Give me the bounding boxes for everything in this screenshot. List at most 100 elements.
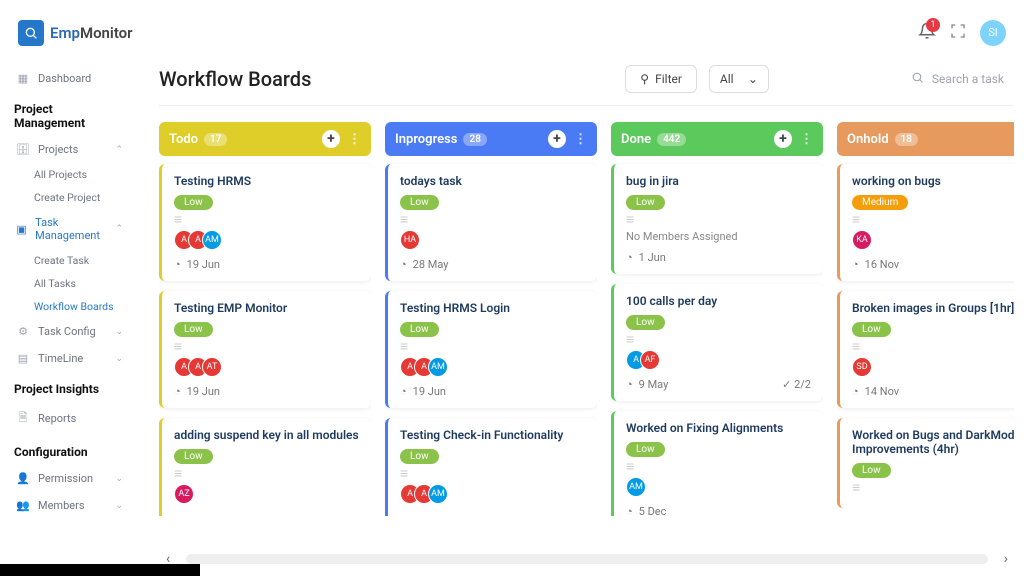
card-date: 5 Dec xyxy=(639,505,667,516)
member-avatar[interactable]: AM xyxy=(626,477,646,497)
card-date: 19 Jun xyxy=(187,258,220,271)
member-avatar[interactable]: KA xyxy=(852,230,872,250)
filter-select[interactable]: All ⌄ xyxy=(709,65,769,93)
card-lines-icon: ≡ xyxy=(626,338,811,342)
card-lines-icon: ≡ xyxy=(400,345,585,349)
add-card-button[interactable]: + xyxy=(548,130,566,148)
task-card[interactable]: Testing EMP Monitor Low ≡ AAAT ◔19 Jun xyxy=(159,291,371,408)
card-lines-icon: ≡ xyxy=(400,218,585,222)
clock-icon: ◔ xyxy=(174,258,181,271)
priority-badge: Low xyxy=(626,315,665,330)
member-avatar[interactable]: AM xyxy=(428,484,448,504)
sidebar-sub-create-project[interactable]: Create Project xyxy=(12,186,127,209)
sidebar-item-permission[interactable]: 👤 Permission ⌄ xyxy=(12,465,127,492)
task-card[interactable]: Worked on Bugs and DarkMode Improvements… xyxy=(837,418,1014,508)
column-menu-button[interactable]: ⋮ xyxy=(348,132,361,147)
chevron-down-icon: ⌄ xyxy=(115,354,123,364)
dashboard-icon: ▦ xyxy=(16,72,30,85)
card-title: Broken images in Groups [1hr] xyxy=(852,301,1014,315)
sidebar-item-timeline[interactable]: ▤ TimeLine ⌄ xyxy=(12,345,127,372)
chevron-down-icon: ⌄ xyxy=(115,474,123,484)
member-avatar[interactable]: AM xyxy=(202,230,222,250)
main-content: Workflow Boards ⚲ Filter All ⌄ Search a … xyxy=(135,0,1024,576)
priority-badge: Low xyxy=(626,195,665,210)
card-members: HA xyxy=(400,230,585,250)
column-menu-button[interactable]: ⋮ xyxy=(574,132,587,147)
task-card[interactable]: working on bugs Medium ≡ KA ◔16 Nov xyxy=(837,164,1014,281)
no-members-text: No Members Assigned xyxy=(626,230,811,243)
scroll-right-button[interactable]: › xyxy=(998,551,1014,567)
task-card[interactable]: bug in jira Low ≡ No Members Assigned ◔1… xyxy=(611,164,823,274)
column-count: 442 xyxy=(657,133,686,146)
sidebar-sub-workflow-boards[interactable]: Workflow Boards xyxy=(12,295,127,318)
task-card[interactable]: Testing Check-in Functionality Low ≡ AAA… xyxy=(385,418,597,516)
member-avatar[interactable]: SD xyxy=(852,357,872,377)
priority-badge: Low xyxy=(626,442,665,457)
task-card[interactable]: todays task Low ≡ HA ◔28 May xyxy=(385,164,597,281)
card-title: Testing EMP Monitor xyxy=(174,301,359,315)
task-card[interactable]: adding suspend key in all modules Low ≡ … xyxy=(159,418,371,516)
gear-icon: ⚙ xyxy=(16,325,30,338)
sidebar-item-reports[interactable]: 🗎 Reports xyxy=(12,402,127,435)
column-header-inprogress: Inprogress 28 + ⋮ xyxy=(385,122,597,156)
sidebar-item-members[interactable]: 👥 Members ⌄ xyxy=(12,492,127,519)
priority-badge: Low xyxy=(174,449,213,464)
clock-icon: ◔ xyxy=(174,385,181,398)
sidebar-header-configuration: Configuration xyxy=(12,435,127,465)
sidebar-item-task-config[interactable]: ⚙ Task Config ⌄ xyxy=(12,318,127,345)
task-card[interactable]: Worked on Fixing Alignments Low ≡ AM ◔5 … xyxy=(611,411,823,516)
member-avatar[interactable]: AT xyxy=(202,357,222,377)
chevron-up-icon: ⌃ xyxy=(115,145,123,155)
column-menu-button[interactable]: ⋮ xyxy=(800,132,813,147)
card-lines-icon: ≡ xyxy=(852,218,1014,222)
card-title: Worked on Fixing Alignments xyxy=(626,421,811,435)
horizontal-scrollbar[interactable]: ‹ › xyxy=(160,552,1014,566)
clock-icon: ◔ xyxy=(626,378,633,391)
member-avatar[interactable]: AZ xyxy=(174,484,194,504)
filter-button[interactable]: ⚲ Filter xyxy=(625,65,697,93)
sidebar-sub-all-tasks[interactable]: All Tasks xyxy=(12,272,127,295)
add-card-button[interactable]: + xyxy=(322,130,340,148)
add-card-button[interactable]: + xyxy=(774,130,792,148)
card-lines-icon: ≡ xyxy=(174,345,359,349)
card-footer: ◔19 Jun xyxy=(174,385,359,398)
members-icon: 👥 xyxy=(16,499,30,512)
permission-icon: 👤 xyxy=(16,472,30,485)
card-progress: ✓ 2/2 xyxy=(782,378,811,391)
search-input[interactable]: Search a task xyxy=(901,65,1014,93)
scroll-track[interactable] xyxy=(186,554,988,564)
member-avatar[interactable]: AF xyxy=(640,350,660,370)
logo[interactable]: EmpMonitor xyxy=(18,20,133,46)
card-lines-icon: ≡ xyxy=(626,465,811,469)
sidebar-item-dashboard[interactable]: ▦ Dashboard xyxy=(12,65,127,92)
logo-text: EmpMonitor xyxy=(50,24,133,42)
sidebar: ▦ Dashboard Project Management 🗄 Project… xyxy=(0,0,135,576)
sidebar-sub-create-task[interactable]: Create Task xyxy=(12,249,127,272)
member-avatar[interactable]: HA xyxy=(400,230,420,250)
priority-badge: Low xyxy=(174,322,213,337)
reports-icon: 🗎 xyxy=(16,409,30,428)
sidebar-item-task-management[interactable]: ▣ Task Management ⌃ xyxy=(12,209,127,249)
task-card[interactable]: 100 calls per day Low ≡ AAF ◔9 May✓ 2/2 xyxy=(611,284,823,401)
card-members: AAF xyxy=(626,350,811,370)
card-footer: ◔19 Jun xyxy=(400,385,585,398)
clock-icon: ◔ xyxy=(852,385,859,398)
task-card[interactable]: Broken images in Groups [1hr] Low ≡ SD ◔… xyxy=(837,291,1014,408)
notifications-button[interactable]: 1 xyxy=(918,22,936,44)
column-onhold: Onhold 18 + working on bugs Medium ≡ KA … xyxy=(837,122,1014,576)
clock-icon: ◔ xyxy=(626,251,633,264)
sidebar-header-insights: Project Insights xyxy=(12,372,127,402)
task-card[interactable]: Testing HRMS Low ≡ AAAM ◔19 Jun xyxy=(159,164,371,281)
member-avatar[interactable]: AM xyxy=(428,357,448,377)
priority-badge: Low xyxy=(400,322,439,337)
fullscreen-button[interactable] xyxy=(950,23,966,43)
sidebar-item-projects[interactable]: 🗄 Projects ⌃ xyxy=(12,136,127,163)
filter-icon: ⚲ xyxy=(640,72,649,86)
task-card[interactable]: Testing HRMS Login Low ≡ AAAM ◔19 Jun xyxy=(385,291,597,408)
card-members: AAAM xyxy=(400,357,585,377)
sidebar-sub-all-projects[interactable]: All Projects xyxy=(12,163,127,186)
card-members: AAAM xyxy=(174,230,359,250)
card-title: adding suspend key in all modules xyxy=(174,428,359,442)
card-members: AAAT xyxy=(174,357,359,377)
user-avatar[interactable]: SI xyxy=(980,20,1006,46)
